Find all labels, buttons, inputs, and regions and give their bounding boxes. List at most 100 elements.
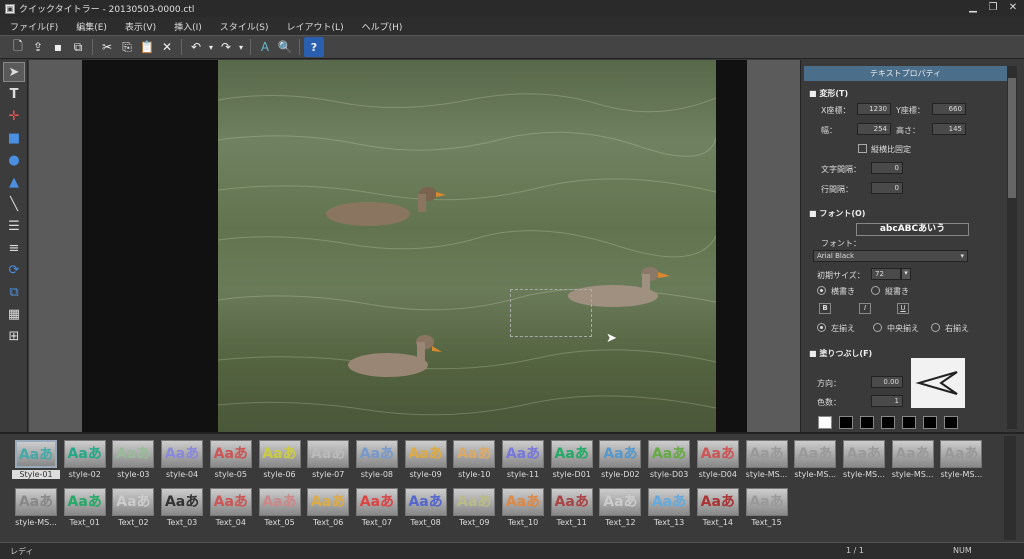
close-button[interactable]: ✕ [1006,2,1020,13]
style-swatch[interactable]: Aaあ style-05 [207,440,255,486]
menu-file[interactable]: ファイル(F) [10,20,58,33]
color-swatch-2[interactable] [839,416,853,429]
align-right-radio[interactable] [931,323,940,332]
delete-icon[interactable]: ✕ [157,37,177,57]
style-swatch[interactable]: Aaあ style-MS... [889,440,937,486]
cut-icon[interactable]: ✂ [97,37,117,57]
minimize-button[interactable]: ▁ [966,2,980,13]
text-search-icon[interactable]: 🔍 [275,37,295,57]
style-swatch[interactable]: Aaあ style-MS... [840,440,888,486]
scrollbar-thumb[interactable] [1008,78,1016,198]
grid-icon[interactable]: ▦ [3,304,25,324]
style-swatch[interactable]: Aaあ style-09 [402,440,450,486]
style-swatch[interactable]: Aaあ Text_11 [548,488,596,534]
style-swatch[interactable]: Aaあ style-D04 [694,440,742,486]
font-select[interactable]: Arial Black ▾ [813,250,968,262]
align-center-radio[interactable] [873,323,882,332]
style-swatch[interactable]: Aaあ style-D01 [548,440,596,486]
aspect-lock-checkbox[interactable] [858,144,867,153]
style-swatch[interactable]: Aaあ style-MS... [937,440,985,486]
direction-input[interactable]: 0.00 [871,376,903,388]
style-swatch[interactable]: Aaあ Text_07 [353,488,401,534]
redo-dropdown-icon[interactable]: ▾ [236,37,246,57]
undo-icon[interactable]: ↶ [186,37,206,57]
y-input[interactable]: 660 [932,103,966,115]
style-swatch[interactable]: Aaあ style-D03 [645,440,693,486]
style-swatch[interactable]: Aaあ style-03 [109,440,157,486]
rectangle-icon[interactable]: ■ [3,128,25,148]
style-swatch[interactable]: Aaあ style-11 [499,440,547,486]
style-swatch[interactable]: Aaあ style-07 [304,440,352,486]
triangle-icon[interactable]: ▲ [3,172,25,192]
style-swatch[interactable]: Aaあ Text_13 [645,488,693,534]
help-icon[interactable]: ? [304,37,324,57]
gallery-scrollbar[interactable] [1004,436,1016,540]
style-swatch[interactable]: Aaあ Text_06 [304,488,352,534]
size-input[interactable]: 72 [871,268,901,280]
height-input[interactable]: 145 [932,123,966,135]
style-swatch[interactable]: Aaあ Text_08 [402,488,450,534]
style-swatch[interactable]: Aaあ style-08 [353,440,401,486]
menu-insert[interactable]: 挿入(I) [174,20,202,33]
vertical-radio[interactable] [871,286,880,295]
undo-dropdown-icon[interactable]: ▾ [206,37,216,57]
table-icon[interactable]: ⊞ [3,326,25,346]
style-swatch[interactable]: Aaあ Text_04 [207,488,255,534]
line-spacing-input[interactable]: 0 [871,182,903,194]
style-swatch[interactable]: Aaあ style-02 [61,440,109,486]
font-section-header[interactable]: ■ フォント(O) [809,208,865,219]
selection-box[interactable] [510,289,592,337]
bold-button[interactable]: B [819,303,831,314]
style-swatch[interactable]: Aaあ style-06 [256,440,304,486]
style-swatch[interactable]: Aaあ Text_14 [694,488,742,534]
style-swatch[interactable]: Aaあ Text_05 [256,488,304,534]
style-swatch[interactable]: Aaあ Text_02 [109,488,157,534]
color-swatch-3[interactable] [860,416,874,429]
color-swatch-1[interactable] [818,416,832,429]
select-arrow-icon[interactable]: ➤ [3,62,25,82]
line-icon[interactable]: ╲ [3,194,25,214]
char-spacing-input[interactable]: 0 [871,162,903,174]
horizontal-radio[interactable] [817,286,826,295]
order-icon[interactable]: ⧉ [3,282,25,302]
ellipse-icon[interactable]: ● [3,150,25,170]
x-input[interactable]: 1230 [857,103,891,115]
save-as-icon[interactable]: ⧉ [68,37,88,57]
menu-view[interactable]: 表示(V) [125,20,156,33]
color-swatch-6[interactable] [923,416,937,429]
fill-section-header[interactable]: ■ 塗りつぶし(F) [809,348,872,359]
style-swatch[interactable]: Aaあ Text_03 [158,488,206,534]
style-swatch[interactable]: Aaあ style-MS... [12,488,60,534]
style-swatch[interactable]: Aaあ Text_15 [743,488,791,534]
style-swatch[interactable]: Aaあ Style-01 [12,440,60,486]
style-swatch[interactable]: Aaあ style-D02 [596,440,644,486]
color-swatch-7[interactable] [944,416,958,429]
style-swatch[interactable]: Aaあ style-04 [158,440,206,486]
restore-button[interactable]: ❐ [986,2,1000,13]
panel-scrollbar[interactable] [1007,66,1017,429]
menu-layout[interactable]: レイアウト(L) [287,20,344,33]
redo-icon[interactable]: ↷ [216,37,236,57]
width-input[interactable]: 254 [857,123,891,135]
paste-icon[interactable]: 📋 [137,37,157,57]
style-swatch[interactable]: Aaあ style-10 [450,440,498,486]
rotate-icon[interactable]: ⟳ [3,260,25,280]
canvas-area[interactable]: ➤ [29,60,800,432]
align-left-radio[interactable] [817,323,826,332]
style-swatch[interactable]: Aaあ style-MS... [743,440,791,486]
transform-section-header[interactable]: ■ 変形(T) [809,88,848,99]
style-swatch[interactable]: Aaあ Text_10 [499,488,547,534]
text-tool-icon[interactable]: T [3,84,25,104]
italic-button[interactable]: I [859,303,871,314]
style-swatch[interactable]: Aaあ Text_09 [450,488,498,534]
distribute-icon[interactable]: ≡ [3,238,25,258]
fill-direction-preview[interactable] [911,358,965,408]
color-swatch-4[interactable] [881,416,895,429]
style-swatch[interactable]: Aaあ style-MS... [791,440,839,486]
align-icon[interactable]: ☰ [3,216,25,236]
size-dropdown-icon[interactable]: ▾ [901,268,911,280]
menu-help[interactable]: ヘルプ(H) [362,20,403,33]
menu-style[interactable]: スタイル(S) [220,20,269,33]
transform-icon[interactable]: ✛ [3,106,25,126]
style-swatch[interactable]: Aaあ Text_01 [61,488,109,534]
